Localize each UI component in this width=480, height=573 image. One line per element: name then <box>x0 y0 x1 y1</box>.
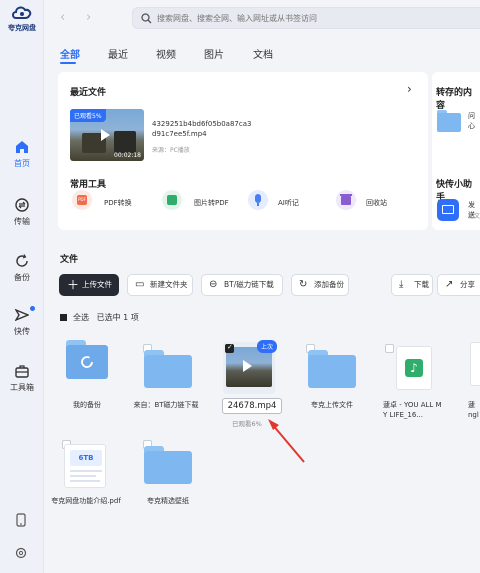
annotation-arrow <box>268 419 305 463</box>
